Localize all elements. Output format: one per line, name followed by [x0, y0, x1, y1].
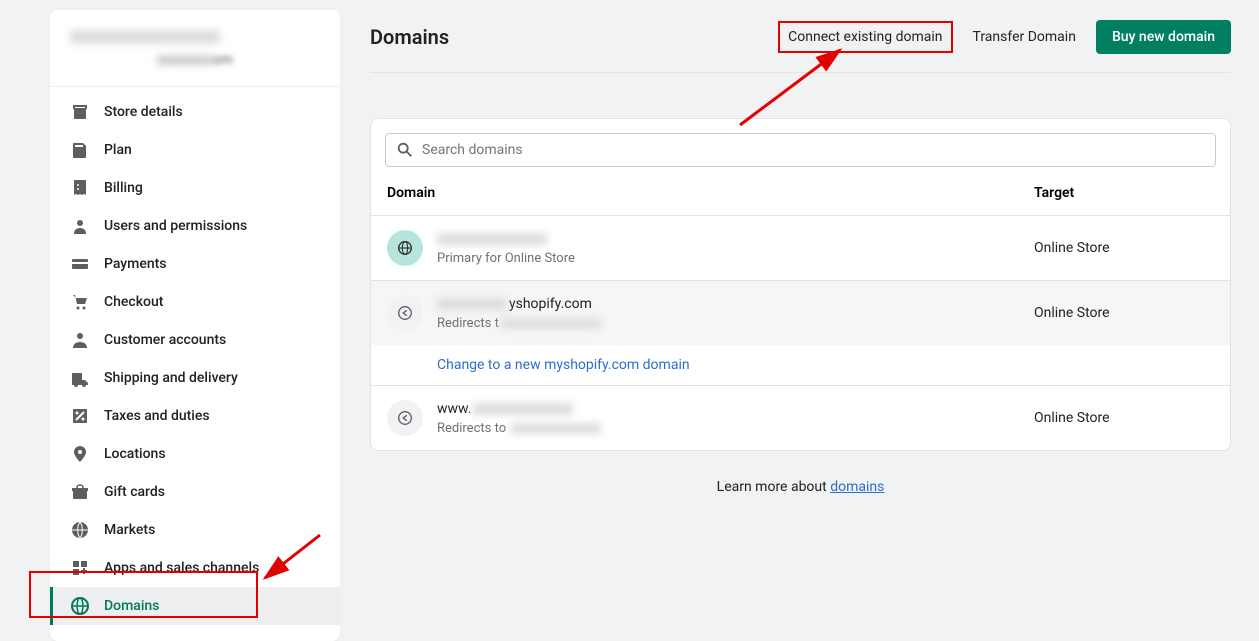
sidebar-item-checkout[interactable]: Checkout	[50, 283, 340, 321]
page-header: Domains Connect existing domain Transfer…	[370, 20, 1231, 72]
sidebar-list: Store details Plan Billing Users and per…	[50, 87, 340, 631]
sidebar-item-shipping[interactable]: Shipping and delivery	[50, 359, 340, 397]
sidebar-item-customer-accounts[interactable]: Customer accounts	[50, 321, 340, 359]
sidebar-item-locations[interactable]: Locations	[50, 435, 340, 473]
learn-more: Learn more about domains	[370, 479, 1231, 495]
sidebar-item-label: Locations	[104, 446, 166, 462]
domain-subtitle: Primary for Online Store	[437, 251, 1034, 266]
billing-icon	[70, 178, 90, 198]
sidebar-item-label: Store details	[104, 104, 183, 120]
divider	[370, 72, 1231, 73]
apps-icon	[70, 558, 90, 578]
person-icon	[70, 330, 90, 350]
domain-cell: yshopify.com Redirects t	[437, 296, 1034, 331]
target-cell: Online Store	[1034, 410, 1214, 426]
shop-name-redacted	[70, 30, 220, 44]
domains-card: Domain Target Primary for Online Store O…	[370, 118, 1231, 451]
domain-globe-icon	[70, 596, 90, 616]
search-box[interactable]	[385, 133, 1216, 167]
pin-icon	[70, 444, 90, 464]
sidebar-item-label: Payments	[104, 256, 167, 272]
search-icon	[396, 141, 414, 159]
sidebar-item-label: Billing	[104, 180, 143, 196]
domain-row[interactable]: Primary for Online Store Online Store	[371, 215, 1230, 280]
sidebar-item-markets[interactable]: Markets	[50, 511, 340, 549]
connect-existing-domain-link[interactable]: Connect existing domain	[778, 21, 952, 53]
sidebar-item-label: Checkout	[104, 294, 163, 310]
domain-name: yshopify.com	[437, 296, 1034, 312]
sidebar-item-label: Plan	[104, 142, 132, 158]
sidebar-item-users[interactable]: Users and permissions	[50, 207, 340, 245]
sidebar-item-plan[interactable]: Plan	[50, 131, 340, 169]
sidebar-item-label: Taxes and duties	[104, 408, 210, 424]
buy-new-domain-button[interactable]: Buy new domain	[1096, 20, 1231, 54]
settings-sidebar: xxxxxxxxom Store details Plan Billing Us…	[50, 10, 340, 641]
search-input[interactable]	[422, 142, 1205, 158]
domain-name-redacted	[437, 231, 1034, 247]
shop-url-redacted: xxxxxxxxom	[145, 52, 245, 68]
sidebar-item-billing[interactable]: Billing	[50, 169, 340, 207]
page-title: Domains	[370, 25, 449, 49]
sidebar-item-store-details[interactable]: Store details	[50, 93, 340, 131]
domain-cell: www. Redirects to	[437, 401, 1034, 436]
domain-cell: Primary for Online Store	[437, 231, 1034, 266]
learn-more-link[interactable]: domains	[830, 479, 884, 495]
user-icon	[70, 216, 90, 236]
truck-icon	[70, 368, 90, 388]
domain-subtitle: Redirects to	[437, 421, 1034, 436]
payments-icon	[70, 254, 90, 274]
sidebar-header: xxxxxxxxom	[50, 10, 340, 86]
target-cell: Online Store	[1034, 240, 1214, 256]
target-cell: Online Store	[1034, 305, 1214, 321]
sidebar-item-label: Apps and sales channels	[104, 560, 259, 576]
col-target: Target	[1034, 185, 1214, 201]
globe-icon	[387, 230, 423, 266]
sidebar-item-label: Users and permissions	[104, 218, 247, 234]
percent-icon	[70, 406, 90, 426]
sidebar-item-payments[interactable]: Payments	[50, 245, 340, 283]
change-myshopify-link[interactable]: Change to a new myshopify.com domain	[437, 357, 690, 373]
sidebar-item-taxes[interactable]: Taxes and duties	[50, 397, 340, 435]
header-actions: Connect existing domain Transfer Domain …	[778, 20, 1231, 54]
globe-icon	[70, 520, 90, 540]
sidebar-item-label: Shipping and delivery	[104, 370, 238, 386]
col-domain: Domain	[387, 185, 1034, 201]
sidebar-item-label: Markets	[104, 522, 155, 538]
sidebar-item-label: Domains	[104, 598, 159, 614]
redirect-icon	[387, 295, 423, 331]
domain-row[interactable]: yshopify.com Redirects t Online Store	[371, 280, 1230, 345]
domain-subtitle: Redirects t	[437, 316, 1034, 331]
gift-icon	[70, 482, 90, 502]
redirect-icon	[387, 400, 423, 436]
search-wrap	[371, 119, 1230, 181]
sidebar-item-domains[interactable]: Domains	[50, 587, 340, 625]
main-content: Domains Connect existing domain Transfer…	[370, 20, 1231, 495]
change-myshopify-row: Change to a new myshopify.com domain	[371, 345, 1230, 385]
cart-icon	[70, 292, 90, 312]
sidebar-item-label: Customer accounts	[104, 332, 226, 348]
store-icon	[70, 102, 90, 122]
domain-name: www.	[437, 401, 1034, 417]
plan-icon	[70, 140, 90, 160]
table-header: Domain Target	[371, 181, 1230, 215]
sidebar-item-gift-cards[interactable]: Gift cards	[50, 473, 340, 511]
sidebar-item-label: Gift cards	[104, 484, 165, 500]
domain-row[interactable]: www. Redirects to Online Store	[371, 385, 1230, 450]
transfer-domain-link[interactable]: Transfer Domain	[963, 21, 1086, 53]
sidebar-item-apps[interactable]: Apps and sales channels	[50, 549, 340, 587]
